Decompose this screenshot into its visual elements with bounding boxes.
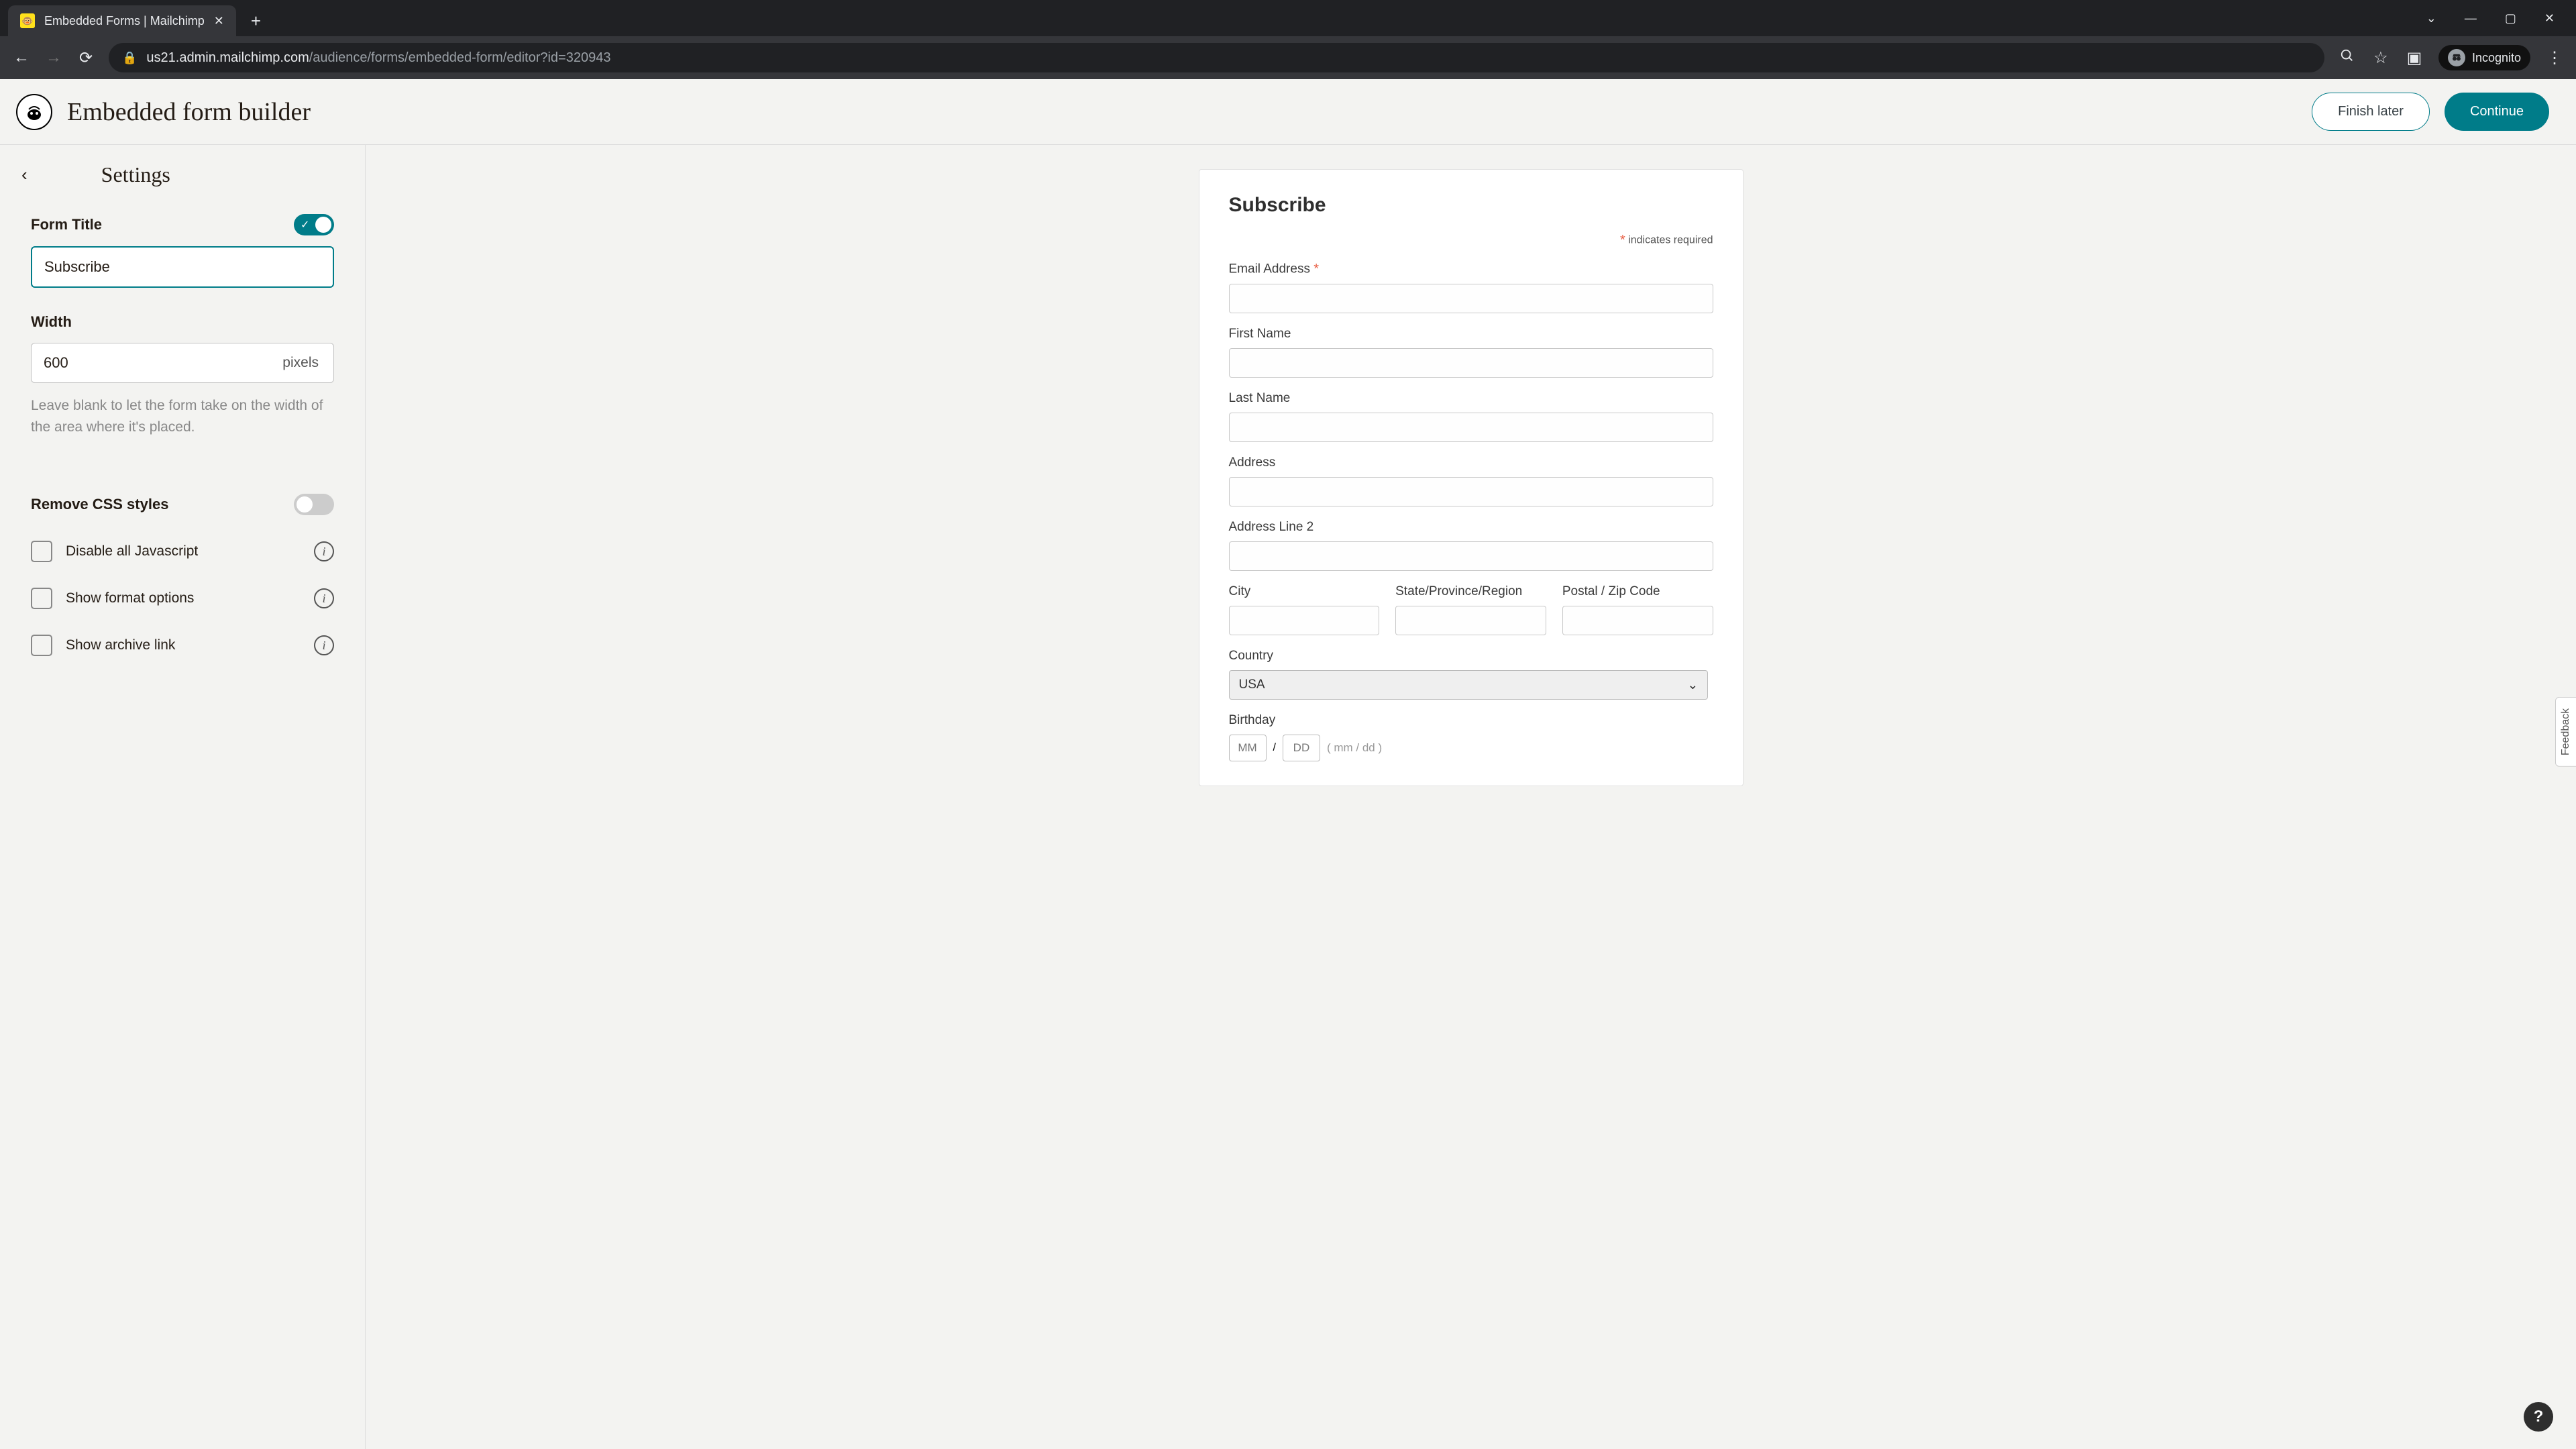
address2-input[interactable]	[1229, 541, 1713, 571]
asterisk-icon: *	[1313, 262, 1319, 276]
archive-link-label: Show archive link	[66, 637, 301, 653]
last-name-label: Last Name	[1229, 391, 1713, 406]
reload-icon[interactable]: ⟳	[76, 48, 95, 68]
tab-strip: 🐵 Embedded Forms | Mailchimp ✕ + ⌄ — ▢ ✕	[0, 0, 2576, 36]
postal-input[interactable]	[1562, 606, 1713, 635]
remove-css-toggle[interactable]	[294, 494, 334, 515]
maximize-icon[interactable]: ▢	[2505, 11, 2516, 25]
url-path: /audience/forms/embedded-form/editor?id=…	[309, 50, 611, 65]
app-header: Embedded form builder Finish later Conti…	[0, 79, 2576, 145]
lock-icon: 🔒	[122, 51, 137, 65]
address2-label: Address Line 2	[1229, 520, 1713, 535]
window-controls: ⌄ — ▢ ✕	[2426, 11, 2568, 25]
toggle-knob	[315, 217, 331, 233]
form-title-input[interactable]	[31, 246, 334, 288]
new-tab-button[interactable]: +	[251, 11, 261, 32]
birthday-mm-input[interactable]	[1229, 735, 1267, 761]
birthday-dd-input[interactable]	[1283, 735, 1320, 761]
preview-form-title: Subscribe	[1229, 194, 1713, 217]
postal-label: Postal / Zip Code	[1562, 584, 1713, 599]
address-bar[interactable]: 🔒 us21.admin.mailchimp.com/audience/form…	[109, 43, 2324, 72]
settings-sidebar: ‹ Settings Form Title ✓ Width pixels	[0, 145, 366, 1449]
incognito-label: Incognito	[2472, 51, 2521, 65]
page-title: Embedded form builder	[67, 97, 311, 127]
sidebar-title: Settings	[101, 162, 170, 187]
country-select[interactable]: USA ⌄	[1229, 670, 1709, 700]
archive-link-checkbox[interactable]	[31, 635, 52, 656]
width-input-group: pixels	[31, 343, 334, 383]
info-icon[interactable]: i	[314, 635, 334, 655]
required-note: * indicates required	[1229, 233, 1713, 248]
form-title-label: Form Title	[31, 216, 102, 233]
asterisk-icon: *	[1620, 233, 1625, 248]
email-input[interactable]	[1229, 284, 1713, 313]
close-window-icon[interactable]: ✕	[2544, 11, 2555, 25]
close-tab-icon[interactable]: ✕	[214, 14, 224, 28]
mailchimp-logo-icon	[16, 94, 52, 130]
forward-icon[interactable]: →	[44, 48, 63, 67]
panel-icon[interactable]: ▣	[2405, 48, 2424, 68]
city-label: City	[1229, 584, 1380, 599]
address-label: Address	[1229, 455, 1713, 470]
width-label: Width	[31, 313, 334, 331]
bookmark-icon[interactable]: ☆	[2371, 48, 2390, 68]
birthday-label: Birthday	[1229, 713, 1713, 728]
finish-later-button[interactable]: Finish later	[2312, 93, 2430, 131]
info-icon[interactable]: i	[314, 541, 334, 561]
form-title-toggle[interactable]: ✓	[294, 214, 334, 235]
app-container: Embedded form builder Finish later Conti…	[0, 79, 2576, 1449]
disable-js-checkbox[interactable]	[31, 541, 52, 562]
back-icon[interactable]: ←	[12, 48, 31, 67]
first-name-input[interactable]	[1229, 348, 1713, 378]
form-preview-card: Subscribe * indicates required Email Add…	[1199, 169, 1743, 786]
back-chevron-icon[interactable]: ‹	[21, 164, 28, 185]
incognito-icon	[2448, 49, 2465, 66]
format-options-label: Show format options	[66, 590, 301, 606]
state-input[interactable]	[1395, 606, 1546, 635]
city-input[interactable]	[1229, 606, 1380, 635]
favicon-icon: 🐵	[20, 13, 35, 28]
info-icon[interactable]: i	[314, 588, 334, 608]
nav-bar: ← → ⟳ 🔒 us21.admin.mailchimp.com/audienc…	[0, 36, 2576, 79]
sidebar-header: ‹ Settings	[0, 145, 365, 205]
check-icon: ✓	[301, 218, 309, 231]
minimize-icon[interactable]: —	[2465, 11, 2477, 25]
help-button[interactable]: ?	[2524, 1402, 2553, 1432]
tab-search-icon[interactable]: ⌄	[2426, 11, 2436, 25]
tab-title: Embedded Forms | Mailchimp	[44, 14, 205, 28]
last-name-input[interactable]	[1229, 413, 1713, 442]
search-icon[interactable]	[2338, 48, 2357, 68]
incognito-badge[interactable]: Incognito	[2438, 45, 2530, 70]
width-input[interactable]	[32, 343, 268, 382]
url-host: us21.admin.mailchimp.com	[146, 50, 309, 65]
continue-button[interactable]: Continue	[2445, 93, 2549, 131]
chevron-down-icon: ⌄	[1687, 678, 1698, 693]
country-value: USA	[1239, 678, 1265, 692]
feedback-tab[interactable]: Feedback	[2555, 697, 2576, 767]
slash-separator: /	[1273, 742, 1276, 754]
width-hint: Leave blank to let the form take on the …	[31, 395, 334, 437]
menu-icon[interactable]: ⋮	[2545, 48, 2564, 68]
birthday-hint: ( mm / dd )	[1327, 741, 1382, 755]
preview-area[interactable]: Subscribe * indicates required Email Add…	[366, 145, 2576, 1449]
app-body: ‹ Settings Form Title ✓ Width pixels	[0, 145, 2576, 1449]
email-label: Email Address *	[1229, 262, 1713, 277]
browser-tab[interactable]: 🐵 Embedded Forms | Mailchimp ✕	[8, 5, 236, 36]
width-unit: pixels	[268, 355, 333, 371]
address-input[interactable]	[1229, 477, 1713, 506]
disable-js-label: Disable all Javascript	[66, 543, 301, 559]
remove-css-label: Remove CSS styles	[31, 496, 168, 513]
state-label: State/Province/Region	[1395, 584, 1546, 599]
sidebar-scroll[interactable]: Form Title ✓ Width pixels Leave blank to…	[0, 205, 365, 1449]
country-label: Country	[1229, 649, 1713, 663]
browser-chrome: 🐵 Embedded Forms | Mailchimp ✕ + ⌄ — ▢ ✕…	[0, 0, 2576, 79]
toggle-knob	[297, 496, 313, 513]
first-name-label: First Name	[1229, 327, 1713, 341]
format-options-checkbox[interactable]	[31, 588, 52, 609]
